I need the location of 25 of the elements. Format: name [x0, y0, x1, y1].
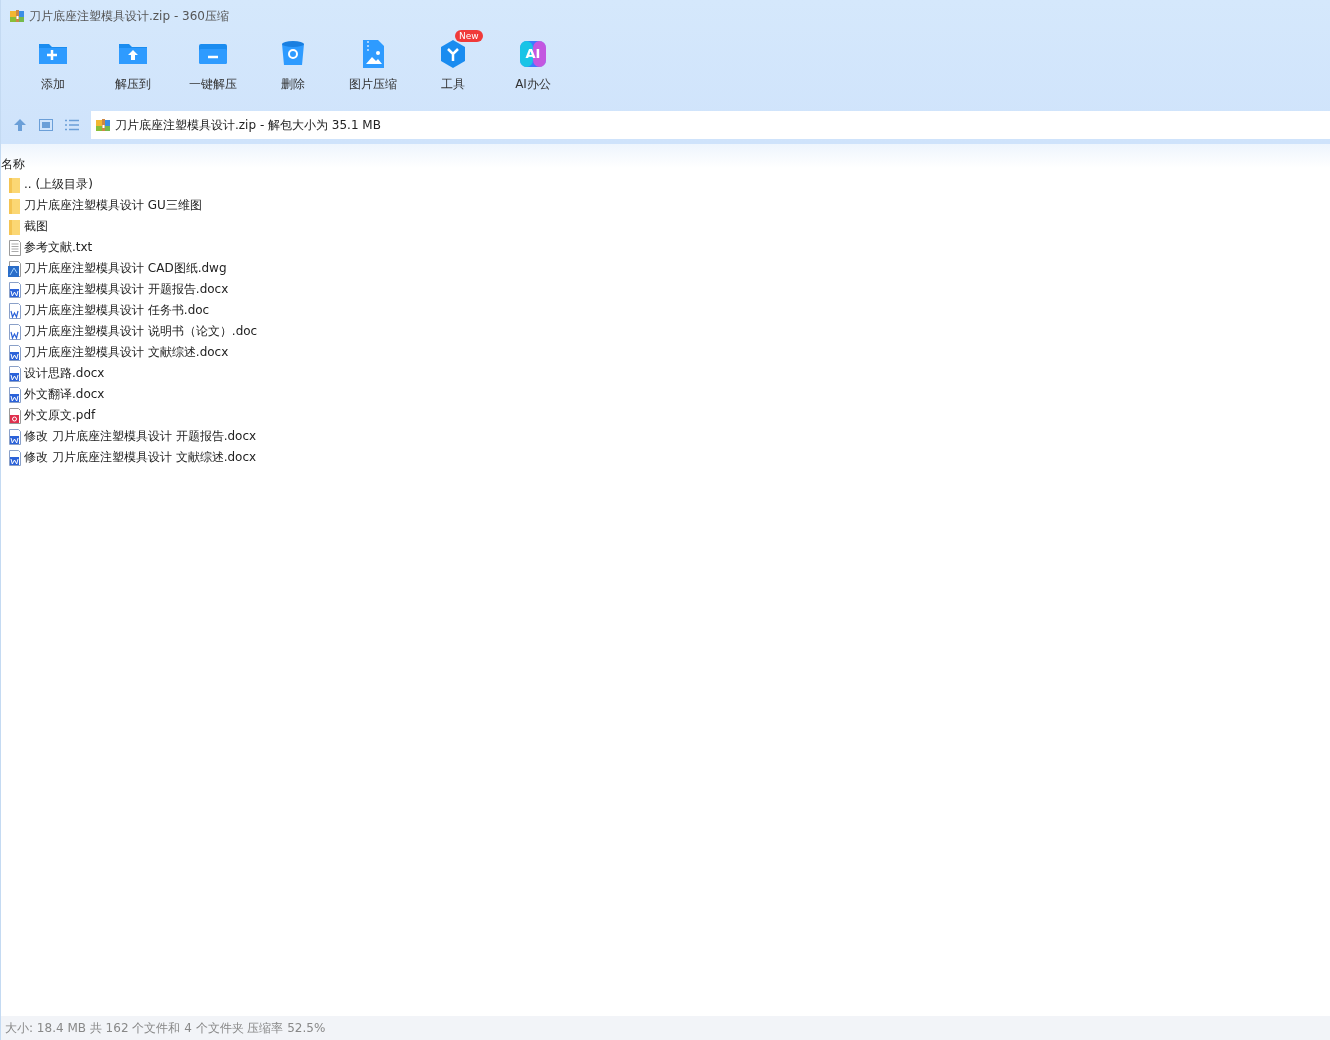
new-badge: New	[455, 30, 483, 42]
file-name[interactable]: 截图	[24, 218, 48, 235]
file-name[interactable]: 设计思路.docx	[24, 365, 105, 382]
file-name[interactable]: 修改 刀片底座注塑模具设计 开题报告.docx	[24, 428, 257, 445]
file-name[interactable]: 修改 刀片底座注塑模具设计 文献综述.docx	[24, 449, 257, 466]
file-name[interactable]: 刀片底座注塑模具设计 任务书.doc	[24, 302, 210, 319]
column-header[interactable]: 名称	[1, 155, 25, 173]
file-name[interactable]: 刀片底座注塑模具设计 说明书（论文）.doc	[24, 323, 258, 340]
toolbar-button[interactable]: New 工具	[413, 32, 493, 98]
file-name[interactable]: 刀片底座注塑模具设计 开题报告.docx	[24, 281, 229, 298]
address-field[interactable]: 刀片底座注塑模具设计.zip - 解包大小为 35.1 MB	[91, 111, 1330, 139]
status-text: 大小: 18.4 MB 共 162 个文件和 4 个文件夹 压缩率 52.5%	[5, 1019, 326, 1037]
file-name[interactable]: 外文原文.pdf	[24, 407, 96, 424]
window-title: 刀片底座注塑模具设计.zip - 360压缩	[29, 7, 229, 25]
file-name[interactable]: .. (上级目录)	[24, 176, 93, 193]
file-name[interactable]: 外文翻译.docx	[24, 386, 105, 403]
toolbar-button[interactable]: 删除	[253, 32, 333, 98]
toolbar-button[interactable]: 一键解压	[173, 32, 253, 98]
file-name[interactable]: 刀片底座注塑模具设计 文献综述.docx	[24, 344, 229, 361]
file-name[interactable]: 刀片底座注塑模具设计 CAD图纸.dwg	[24, 260, 227, 277]
toolbar-button[interactable]: 解压到	[93, 32, 173, 98]
toolbar-button[interactable]: 添加	[13, 32, 93, 98]
file-name[interactable]: 刀片底座注塑模具设计 GU三维图	[24, 197, 202, 214]
toolbar-button[interactable]: 图片压缩	[333, 32, 413, 98]
file-name[interactable]: 参考文献.txt	[24, 239, 93, 256]
